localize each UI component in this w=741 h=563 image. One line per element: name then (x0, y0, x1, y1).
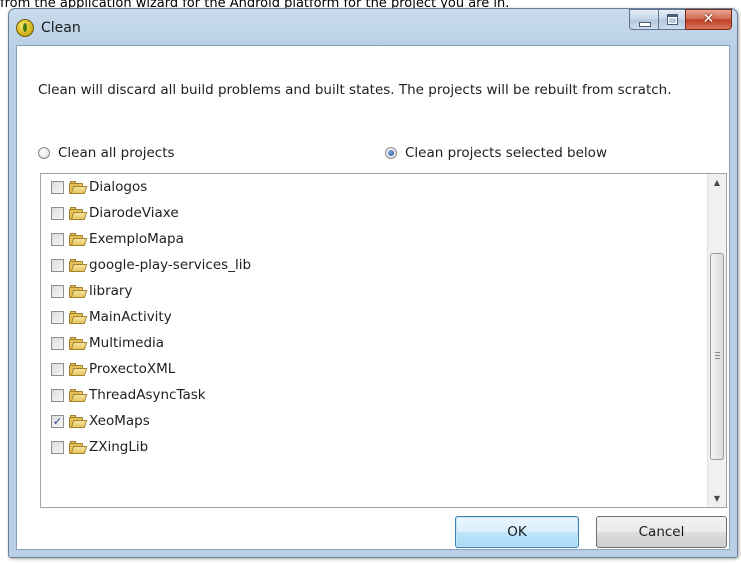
scroll-down-arrow-icon[interactable]: ▼ (708, 490, 726, 507)
project-folder-icon (69, 414, 88, 428)
project-checkbox[interactable] (51, 440, 64, 454)
project-list-item[interactable]: ✓ XeoMaps (51, 408, 150, 434)
clean-all-label: Clean all projects (58, 145, 175, 161)
project-name: library (89, 283, 133, 299)
project-checkbox[interactable] (51, 284, 64, 298)
ok-button[interactable]: OK (455, 516, 579, 548)
clean-dialog: Clean ✕ Clean will discard all build pro… (8, 8, 738, 558)
project-checkbox[interactable] (51, 388, 64, 402)
thumb-grip (715, 355, 720, 356)
project-folder-icon (69, 310, 88, 324)
project-list[interactable]: Dialogos DiarodeViaxe ExemploMapa google-pl… (40, 173, 727, 508)
project-list-item[interactable]: DiarodeViaxe (51, 200, 179, 226)
project-checkbox[interactable] (51, 310, 64, 324)
maximize-button[interactable] (658, 9, 685, 30)
project-checkbox[interactable] (51, 336, 64, 350)
project-checkbox[interactable] (51, 180, 64, 194)
project-list-item[interactable]: ThreadAsyncTask (51, 382, 206, 408)
title-bar[interactable]: Clean ✕ (9, 9, 737, 45)
project-name: ZXingLib (89, 439, 149, 455)
cancel-button[interactable]: Cancel (596, 516, 727, 548)
project-checkbox[interactable] (51, 232, 64, 246)
project-name: XeoMaps (89, 413, 150, 429)
vertical-scrollbar[interactable]: ▲ ▼ (707, 174, 726, 507)
scroll-up-arrow-icon[interactable]: ▲ (708, 174, 726, 191)
scroll-thumb[interactable] (710, 253, 724, 460)
clean-selected-option[interactable]: Clean projects selected below (385, 143, 607, 163)
close-icon: ✕ (702, 11, 715, 27)
clean-all-option[interactable]: Clean all projects (38, 143, 175, 163)
project-list-item[interactable]: google-play-services_lib (51, 252, 251, 278)
project-checkbox[interactable] (51, 258, 64, 272)
project-folder-icon (69, 388, 88, 402)
project-checkbox[interactable] (51, 206, 64, 220)
close-button[interactable]: ✕ (685, 9, 732, 30)
project-folder-icon (69, 362, 88, 376)
project-list-item[interactable]: ProxectoXML (51, 356, 175, 382)
project-name: Dialogos (89, 179, 148, 195)
project-list-item[interactable]: Multimedia (51, 330, 164, 356)
project-folder-icon (69, 180, 88, 194)
project-list-item[interactable]: ExemploMapa (51, 226, 184, 252)
project-folder-icon (69, 440, 88, 454)
dialog-body: Clean will discard all build problems an… (16, 45, 730, 550)
project-list-item[interactable]: Dialogos (51, 174, 147, 200)
project-list-item[interactable]: ZXingLib (51, 434, 148, 460)
project-name: ProxectoXML (89, 361, 176, 377)
minimize-icon (639, 22, 651, 27)
project-name: MainActivity (89, 309, 172, 325)
project-folder-icon (69, 284, 88, 298)
project-name: DiarodeViaxe (89, 205, 179, 221)
clean-all-radio[interactable] (38, 147, 50, 159)
dialog-title: Clean (41, 20, 81, 36)
project-folder-icon (69, 258, 88, 272)
maximize-icon (667, 14, 678, 25)
thumb-grip (715, 352, 720, 353)
project-checkbox[interactable]: ✓ (51, 414, 64, 428)
project-name: Multimedia (89, 335, 165, 351)
eclipse-app-icon (16, 19, 34, 37)
caption-buttons: ✕ (629, 9, 732, 30)
project-folder-icon (69, 206, 88, 220)
clean-selected-radio[interactable] (385, 147, 397, 159)
project-list-item[interactable]: MainActivity (51, 304, 172, 330)
project-name: ExemploMapa (89, 231, 184, 247)
project-checkbox[interactable] (51, 362, 64, 376)
minimize-button[interactable] (629, 9, 658, 30)
clean-selected-label: Clean projects selected below (405, 145, 607, 161)
project-list-item[interactable]: library (51, 278, 132, 304)
thumb-grip (715, 358, 720, 359)
project-name: google-play-services_lib (89, 257, 252, 273)
project-folder-icon (69, 336, 88, 350)
clean-description: Clean will discard all build problems an… (38, 82, 672, 98)
project-folder-icon (69, 232, 88, 246)
project-name: ThreadAsyncTask (89, 387, 206, 403)
